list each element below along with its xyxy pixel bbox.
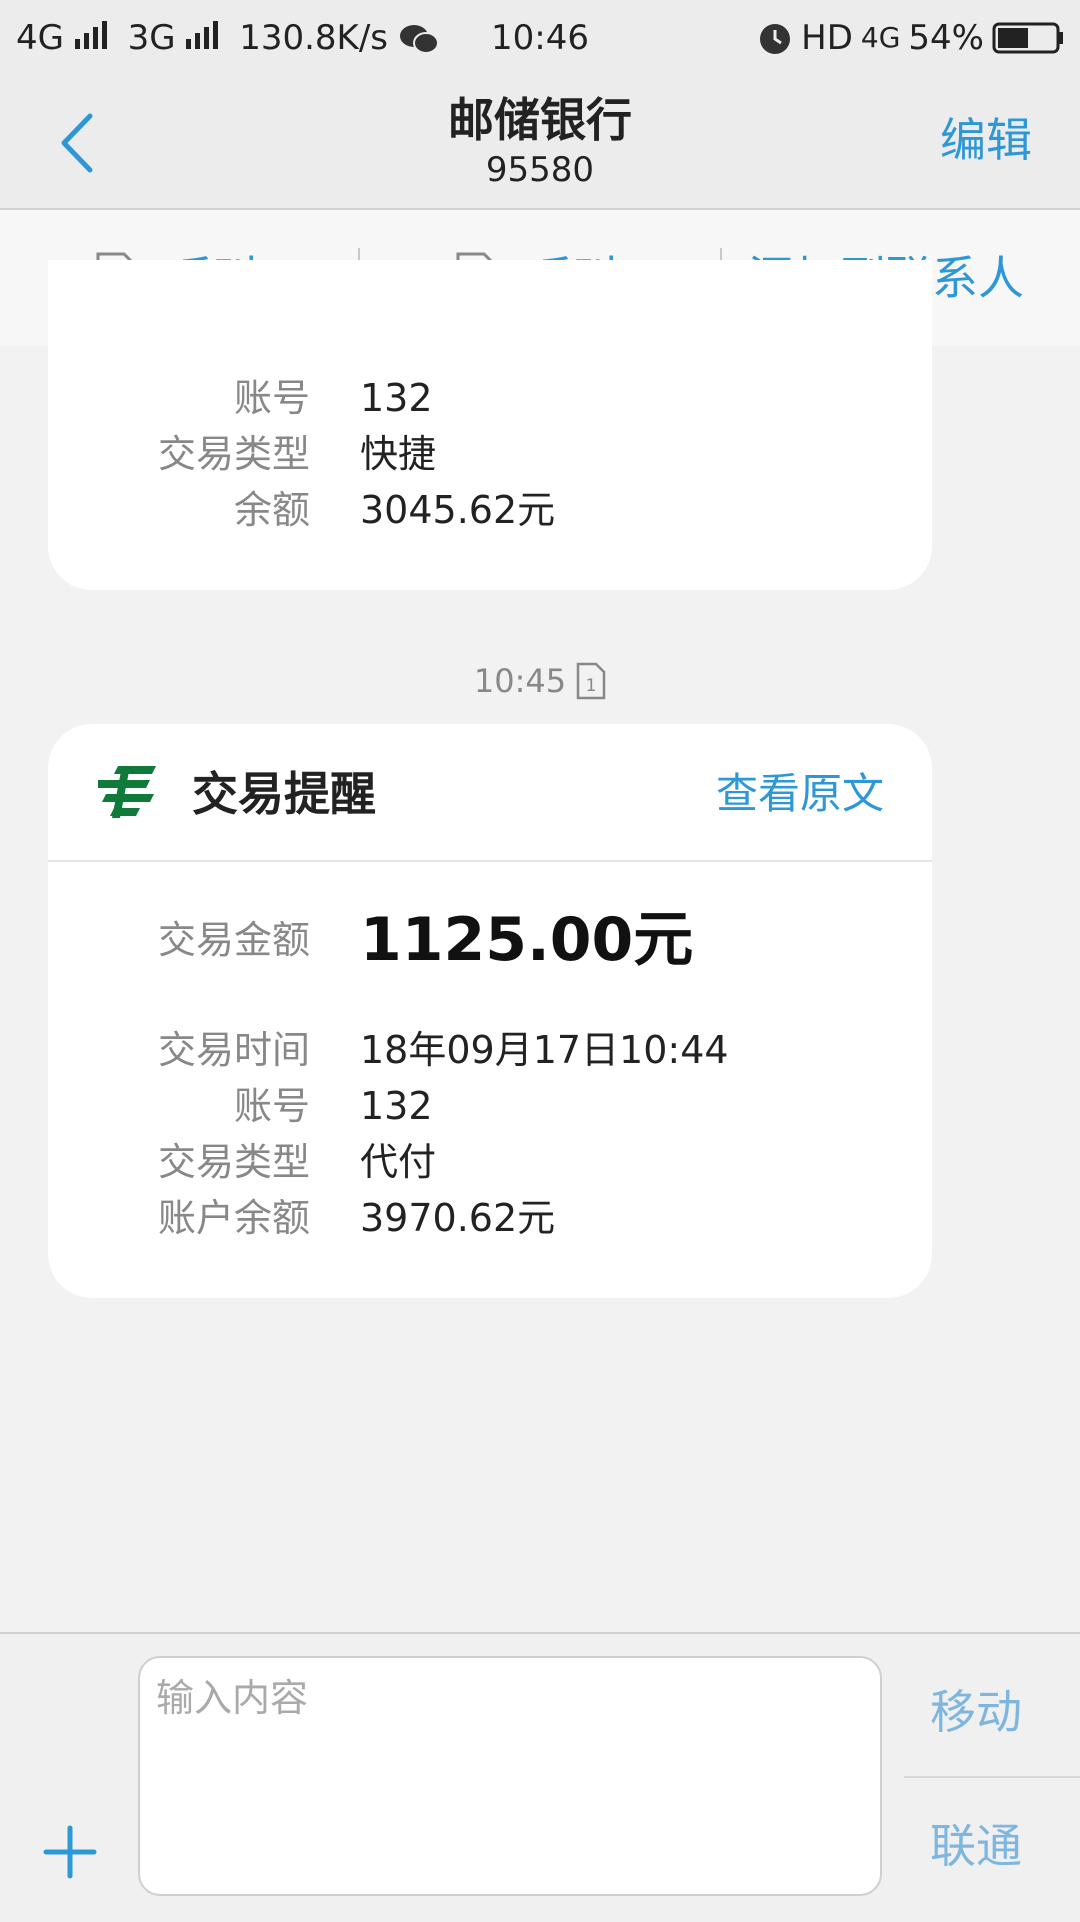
contact-number: 95580 — [485, 150, 595, 190]
plus-icon[interactable] — [40, 1822, 100, 1882]
transaction-details: 交易时间 18年09月17日10:44 账号 132 交易类型 代付 账户余额 3970… — [96, 1022, 729, 1246]
detail-row: 交易类型 代付 — [157, 1140, 437, 1184]
send-via-carrier2-button[interactable]: 联通 — [930, 1816, 1022, 1876]
divider — [904, 1776, 1080, 1778]
detail-row: 交易类型 快捷 — [157, 432, 437, 476]
message-timestamp: 10:45 1 — [0, 656, 1080, 706]
previous-message-details: 账号 132 交易类型 快捷 余额 3045.62元 — [96, 370, 555, 538]
edit-button[interactable]: 编辑 — [940, 110, 1032, 170]
amount-value: 1125.00元 — [360, 905, 694, 975]
alarm-icon — [760, 24, 791, 54]
detail-row: 账户余额 3970.62元 — [157, 1196, 556, 1240]
network-type-3: 4G — [860, 21, 901, 54]
detail-row: 账号 132 — [233, 1084, 433, 1128]
timestamp-time: 10:45 — [473, 662, 567, 700]
amount-row: 交易金额 1125.00元 — [96, 900, 693, 980]
detail-row: 余额 3045.62元 — [233, 488, 556, 532]
postal-bank-logo-icon — [98, 766, 156, 818]
card-divider — [48, 860, 932, 862]
sim-card-icon: 1 — [576, 662, 606, 700]
detail-row: 账号 132 — [233, 376, 433, 420]
hd-indicator: HD — [801, 18, 853, 58]
svg-text:1: 1 — [586, 676, 597, 696]
contact-name: 邮储银行 — [448, 93, 632, 147]
detail-row: 交易时间 18年09月17日10:44 — [157, 1028, 729, 1072]
battery-level: 54% — [908, 18, 984, 58]
send-via-carrier1-button[interactable]: 移动 — [930, 1682, 1022, 1742]
battery-icon — [992, 22, 1063, 54]
status-right: HD 4G 54% — [757, 14, 1064, 62]
amount-label: 交易金额 — [157, 918, 310, 962]
input-placeholder: 输入内容 — [156, 1676, 309, 1720]
view-original-link[interactable]: 查看原文 — [716, 764, 884, 824]
card-title: 交易提醒 — [192, 767, 376, 821]
